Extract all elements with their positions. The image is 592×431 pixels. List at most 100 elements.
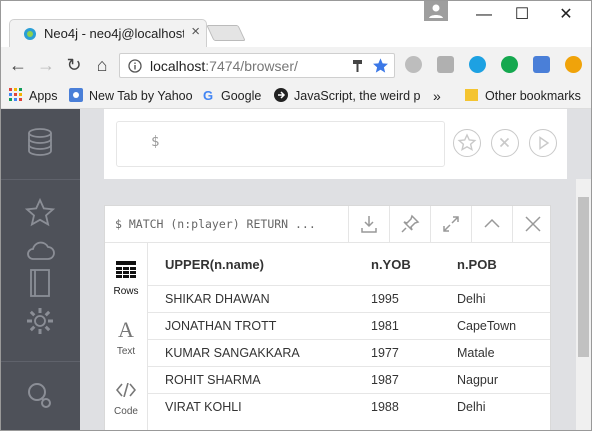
table-cell: Delhi: [457, 292, 486, 306]
clear-editor-button[interactable]: [491, 129, 519, 157]
table-cell: SHIKAR DHAWAN: [165, 292, 270, 306]
close-window-button[interactable]: ✕: [547, 1, 585, 29]
star-icon[interactable]: [24, 197, 56, 229]
tab-text-label: Text: [116, 346, 136, 357]
apps-grid-icon: [9, 88, 22, 101]
minimize-button[interactable]: —: [465, 1, 503, 29]
tab-close-icon[interactable]: ×: [191, 23, 200, 40]
apps-label: Apps: [29, 89, 58, 103]
sidebar-divider: [1, 361, 80, 362]
folder-icon: [465, 89, 478, 101]
table-cell: Delhi: [457, 400, 486, 414]
column-header: n.YOB: [371, 257, 411, 272]
table-cell: 1987: [371, 373, 399, 387]
table-cell: KUMAR SANGAKKARA: [165, 346, 300, 360]
star-outline-icon: [457, 133, 477, 152]
bookmark-star-icon[interactable]: [372, 57, 389, 74]
column-header: n.POB: [457, 257, 497, 272]
forward-arrow-icon[interactable]: →: [35, 54, 57, 76]
info-icon[interactable]: [128, 59, 142, 73]
key-icon[interactable]: [352, 59, 364, 73]
tab-text[interactable]: A Text: [105, 309, 147, 369]
run-query-button[interactable]: [529, 129, 557, 157]
drive-extension-icon[interactable]: [405, 56, 422, 73]
yahoo-favicon-icon: [69, 88, 83, 102]
expand-icon: [443, 216, 459, 232]
table-cell: Nagpur: [457, 373, 498, 387]
other-bookmarks-label: Other bookmarks: [485, 89, 581, 103]
table-cell: CapeTown: [457, 319, 517, 333]
extension-icon[interactable]: [437, 56, 454, 73]
neo4j-favicon-icon: [24, 28, 36, 40]
browser-tab[interactable]: Neo4j - neo4j@localhost ×: [9, 19, 207, 47]
sidebar-divider: [1, 179, 80, 180]
code-icon: [116, 383, 136, 397]
table-cell: 1988: [371, 400, 399, 414]
table-icon: [116, 261, 136, 278]
frame-query-text[interactable]: $ MATCH (n:player) RETURN ...: [115, 217, 316, 231]
bookmark-google[interactable]: G Google: [203, 87, 261, 105]
table-cell: 1981: [371, 319, 399, 333]
neo4j-sidebar: [1, 109, 80, 430]
bookmark-yahoo[interactable]: New Tab by Yahoo: [69, 87, 193, 105]
scrollbar-thumb[interactable]: [578, 197, 589, 357]
column-header: UPPER(n.name): [165, 257, 264, 272]
tab-code[interactable]: Code: [105, 369, 147, 429]
editor-prompt: $: [151, 134, 160, 150]
apps-bookmark[interactable]: Apps: [9, 87, 58, 105]
bookmarks-bar: Apps New Tab by Yahoo G Google JavaScript…: [1, 83, 591, 109]
other-bookmarks[interactable]: Other bookmarks: [465, 87, 581, 105]
frame-header: $ MATCH (n:player) RETURN ...: [105, 206, 550, 243]
skype-extension-icon[interactable]: [469, 56, 486, 73]
pin-button[interactable]: [389, 206, 430, 243]
table-row: JONATHAN TROTT 1981 CapeTown: [148, 312, 550, 339]
result-frame: $ MATCH (n:player) RETURN ... Rows A Tex…: [104, 205, 551, 430]
address-bar[interactable]: localhost:7474/browser/: [119, 53, 395, 78]
settings-gear-icon[interactable]: [24, 305, 56, 337]
chevron-up-icon: [484, 218, 500, 228]
table-row: ROHIT SHARMA 1987 Nagpur: [148, 366, 550, 393]
table-cell: 1977: [371, 346, 399, 360]
update-alert-icon[interactable]: [565, 56, 582, 73]
bookmark-label: JavaScript, the weird p: [294, 89, 421, 103]
maximize-button[interactable]: ☐: [503, 1, 541, 29]
extension-icon-2[interactable]: [533, 56, 550, 73]
browser-toolbar: ← → ↻ ⌂ localhost:7474/browser/: [1, 47, 591, 83]
table-cell: JONATHAN TROTT: [165, 319, 277, 333]
collapse-button[interactable]: [471, 206, 512, 243]
tab-code-label: Code: [114, 406, 138, 417]
main-content: $ $ MATCH (n:player) RETURN ... Rows A T…: [80, 109, 591, 430]
favorite-star-button[interactable]: [453, 129, 481, 157]
download-button[interactable]: [348, 206, 389, 243]
play-icon: [539, 136, 550, 150]
new-tab-button[interactable]: [206, 25, 246, 41]
tab-rows[interactable]: Rows: [105, 249, 147, 309]
bookmark-label: Google: [221, 89, 262, 103]
cloud-icon[interactable]: [24, 235, 56, 267]
javascript-favicon-icon: [274, 88, 288, 102]
close-frame-button[interactable]: [512, 206, 550, 243]
url-path: :7474/browser/: [205, 58, 298, 74]
table-cell: 1995: [371, 292, 399, 306]
grammarly-extension-icon[interactable]: [501, 56, 518, 73]
table-row: SHIKAR DHAWAN 1995 Delhi: [148, 285, 550, 312]
profile-icon[interactable]: [424, 1, 448, 21]
more-bookmarks-chevron-icon[interactable]: »: [433, 87, 441, 105]
clear-x-icon: [499, 137, 510, 148]
documentation-book-icon[interactable]: [24, 267, 56, 299]
vertical-scrollbar[interactable]: [576, 179, 591, 430]
google-favicon-icon: G: [203, 88, 214, 103]
home-icon[interactable]: ⌂: [91, 54, 113, 76]
fullscreen-button[interactable]: [430, 206, 471, 243]
table-row: KUMAR SANGAKKARA 1977 Matale: [148, 339, 550, 366]
table-cell: ROHIT SHARMA: [165, 373, 261, 387]
reload-icon[interactable]: ↻: [63, 54, 85, 76]
bookmark-javascript[interactable]: JavaScript, the weird p: [274, 87, 422, 105]
text-a-icon: A: [118, 317, 134, 342]
back-arrow-icon[interactable]: ←: [7, 54, 29, 76]
cypher-editor-input[interactable]: $: [116, 121, 445, 167]
url-host: localhost: [150, 58, 206, 74]
database-icon[interactable]: [24, 126, 56, 158]
neo4j-logo-icon[interactable]: [24, 379, 56, 411]
url-text: localhost:7474/browser/: [150, 58, 298, 74]
